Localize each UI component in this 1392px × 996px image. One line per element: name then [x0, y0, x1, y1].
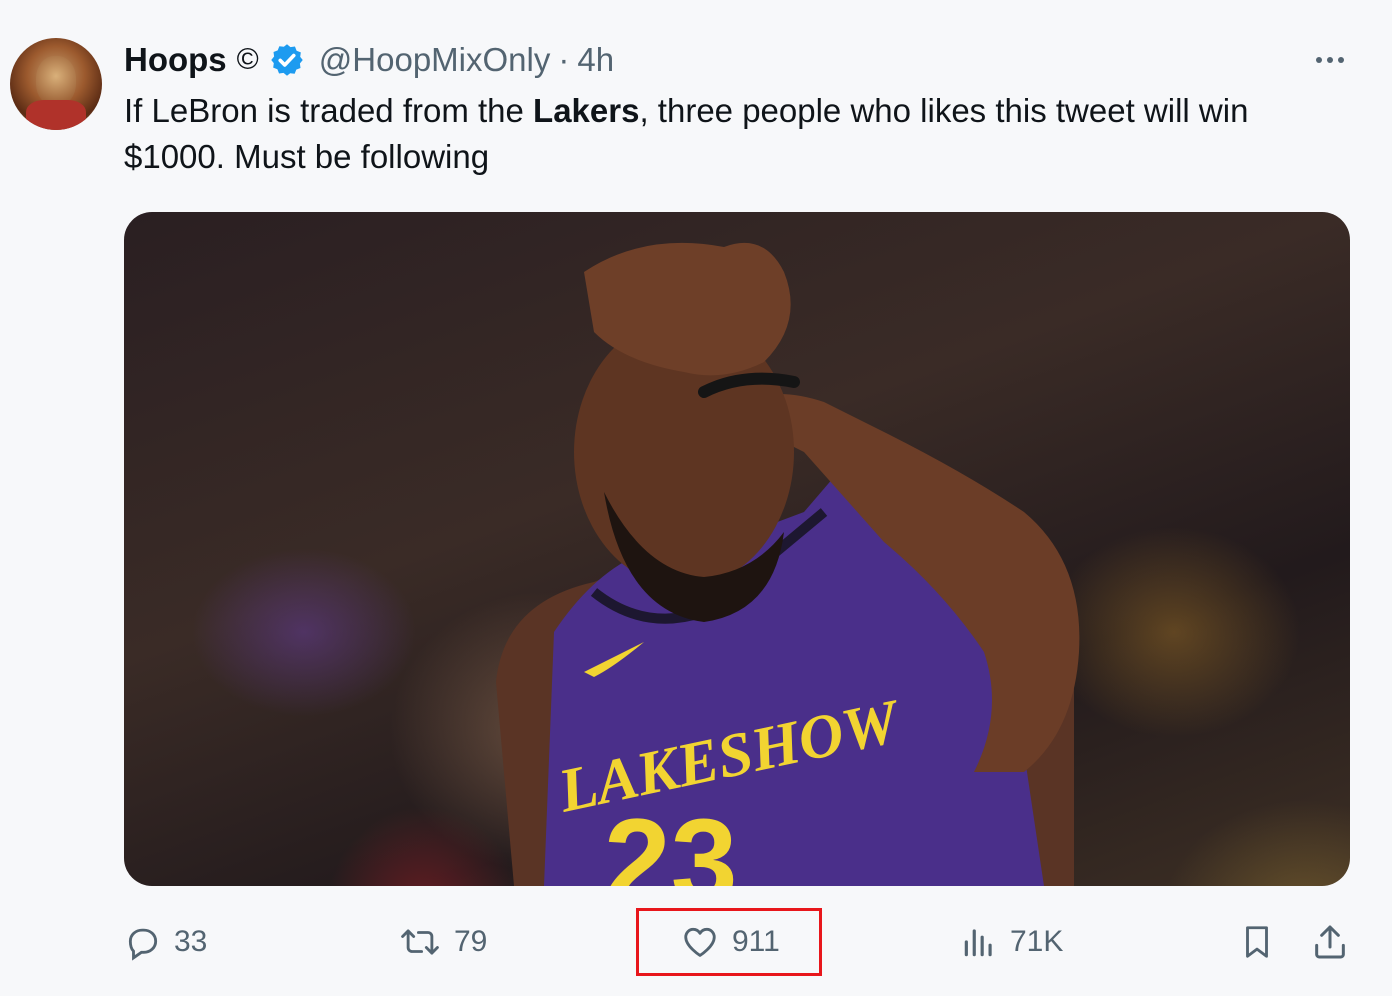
views-icon — [964, 929, 992, 957]
retweet-icon — [401, 929, 439, 955]
author-handle[interactable]: @HoopMixOnly — [319, 41, 551, 79]
reply-button[interactable]: 33 — [124, 914, 207, 970]
bookmark-icon — [1246, 926, 1268, 958]
tweet-time[interactable]: 4h — [577, 41, 614, 79]
author-avatar[interactable] — [10, 38, 102, 130]
tweet-header: Hoops © @HoopMixOnly · 4h — [124, 38, 614, 82]
avatar-jersey — [26, 100, 86, 130]
reply-count: 33 — [174, 925, 208, 958]
verified-badge-icon — [269, 42, 305, 78]
more-dot — [1316, 57, 1322, 63]
tweet-text-bold: Lakers — [533, 92, 640, 129]
author-name[interactable]: Hoops — [124, 41, 227, 79]
more-dot — [1338, 57, 1344, 63]
more-dot — [1327, 57, 1333, 63]
tweet-text: If LeBron is traded from the Lakers, thr… — [124, 88, 1344, 180]
share-button[interactable] — [1310, 914, 1350, 970]
bookmark-button[interactable] — [1238, 914, 1276, 970]
tweet-card[interactable]: Hoops © @HoopMixOnly · 4h If LeBron is t… — [0, 0, 1392, 996]
reply-icon — [128, 928, 158, 961]
author-symbol: © — [236, 43, 259, 76]
share-icon — [1315, 925, 1345, 959]
retweet-button[interactable]: 79 — [398, 914, 487, 970]
views-button[interactable]: 71K — [960, 914, 1063, 970]
avatar-face — [36, 56, 76, 106]
more-dots-icon[interactable] — [1308, 46, 1352, 74]
retweet-count: 79 — [454, 925, 488, 958]
separator-dot: · — [558, 41, 570, 78]
like-highlight-box — [636, 908, 822, 976]
player-photo: LAKESHOW 23 — [496, 242, 1080, 886]
views-count: 71K — [1010, 925, 1064, 958]
jersey-number: 23 — [604, 794, 737, 886]
tweet-text-part1: If LeBron is traded from the — [124, 92, 534, 129]
tweet-media-image[interactable]: LAKESHOW 23 — [124, 212, 1350, 886]
